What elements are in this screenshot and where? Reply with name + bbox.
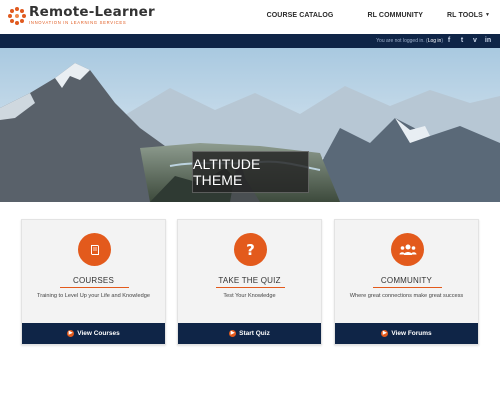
card-divider — [60, 287, 129, 288]
nav-rl-community[interactable]: RL COMMUNITY — [367, 12, 423, 19]
view-courses-button[interactable]: ▶ View Courses — [22, 323, 165, 344]
site-header: Remote-Learner INNOVATION IN LEARNING SE… — [0, 0, 500, 34]
hero-title-box: ALTITUDE THEME — [192, 151, 309, 193]
card-description: Test Your Knowledge — [223, 293, 276, 299]
site-logo[interactable]: Remote-Learner INNOVATION IN LEARNING SE… — [8, 4, 155, 28]
arrow-right-icon: ▶ — [67, 330, 75, 337]
logo-dots-icon — [8, 7, 26, 25]
card-description: Training to Level Up your Life and Knowl… — [37, 293, 150, 299]
arrow-right-icon: ▶ — [229, 330, 237, 337]
utility-bar: You are not logged in. (Log in) f t v in — [0, 34, 500, 48]
login-link[interactable]: Log in — [428, 38, 442, 44]
users-icon — [391, 233, 424, 266]
nav-rl-tools-label: RL TOOLS — [447, 12, 483, 19]
main-nav: COURSE CATALOG RL COMMUNITY RL TOOLS ▼ — [267, 12, 490, 19]
view-forums-label: View Forums — [391, 330, 432, 337]
start-quiz-label: Start Quiz — [239, 330, 270, 337]
login-status: You are not logged in. (Log in) — [376, 38, 443, 44]
start-quiz-button[interactable]: ▶ Start Quiz — [178, 323, 321, 344]
social-links: f t v in — [445, 37, 492, 45]
book-icon — [78, 233, 111, 266]
hero-banner: ALTITUDE THEME — [0, 48, 500, 202]
card-divider — [373, 287, 442, 288]
quiz-card: ? TAKE THE QUIZ Test Your Knowledge ▶ Sta… — [177, 219, 322, 345]
card-title: COURSES — [73, 276, 114, 285]
caret-down-icon: ▼ — [484, 12, 490, 18]
question-icon: ? — [234, 233, 267, 266]
community-card: COMMUNITY Where great connections make g… — [334, 219, 479, 345]
twitter-icon[interactable]: t — [458, 37, 466, 45]
nav-rl-tools[interactable]: RL TOOLS ▼ — [447, 12, 490, 19]
card-description: Where great connections make great succe… — [349, 293, 464, 299]
view-courses-label: View Courses — [77, 330, 120, 337]
card-title: TAKE THE QUIZ — [218, 276, 281, 285]
arrow-right-icon: ▶ — [381, 330, 389, 337]
logo-name: Remote-Learner — [29, 4, 155, 20]
linkedin-icon[interactable]: in — [484, 37, 492, 45]
logo-tagline: INNOVATION IN LEARNING SERVICES — [29, 19, 127, 25]
courses-card: COURSES Training to Level Up your Life a… — [21, 219, 166, 345]
card-title: COMMUNITY — [380, 276, 433, 285]
facebook-icon[interactable]: f — [445, 37, 453, 45]
hero-title: ALTITUDE THEME — [193, 156, 261, 188]
view-forums-button[interactable]: ▶ View Forums — [335, 323, 478, 344]
login-suffix: ) — [441, 37, 443, 44]
login-prefix: You are not logged in. ( — [376, 37, 428, 44]
card-divider — [216, 287, 285, 288]
nav-course-catalog[interactable]: COURSE CATALOG — [267, 12, 334, 19]
vimeo-icon[interactable]: v — [471, 37, 479, 45]
